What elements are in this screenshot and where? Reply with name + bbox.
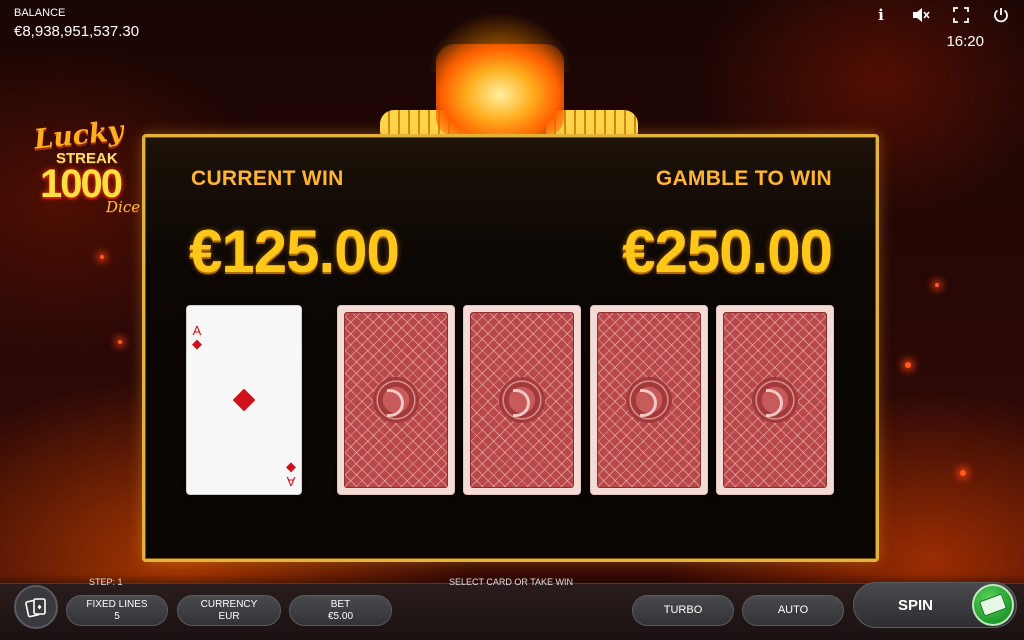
balance-value: €8,938,951,537.30 — [14, 23, 140, 40]
card-emblem-icon — [499, 377, 545, 423]
card-emblem-icon — [373, 377, 419, 423]
fixed-lines-value: 5 — [114, 611, 120, 622]
current-win-label: CURRENT WIN — [191, 167, 344, 190]
currency-value: EUR — [218, 611, 240, 622]
face-down-card-4[interactable] — [716, 305, 834, 495]
fire-dice-icon — [436, 44, 564, 136]
face-down-card-2[interactable] — [463, 305, 581, 495]
card-back — [344, 312, 448, 488]
mute-icon[interactable] — [912, 6, 930, 24]
clock: 16:20 — [946, 33, 984, 50]
cards-icon — [25, 598, 46, 618]
auto-button[interactable]: AUTO — [742, 595, 844, 626]
card-rank: A — [192, 323, 202, 338]
card-corner-bottom: A ◆ — [286, 461, 296, 489]
currency-label: CURRENCY — [200, 599, 258, 610]
fullscreen-icon[interactable] — [952, 6, 970, 24]
bet-value: €5.00 — [327, 611, 354, 622]
face-down-card-1[interactable] — [337, 305, 455, 495]
current-win-value: €125.00 — [189, 218, 400, 285]
step-indicator: STEP: 1 — [89, 577, 123, 587]
card-back — [470, 312, 574, 488]
ember — [960, 470, 966, 476]
bet-label: BET — [330, 599, 351, 610]
gamble-cards-button[interactable] — [14, 585, 58, 629]
auto-label: AUTO — [777, 604, 809, 616]
card-back — [723, 312, 827, 488]
currency-button[interactable]: CURRENCY EUR — [177, 595, 281, 626]
spin-button[interactable]: SPIN — [853, 582, 1017, 628]
turbo-label: TURBO — [663, 604, 703, 616]
banknote-icon — [978, 593, 1008, 617]
gamble-to-win-value: €250.00 — [622, 218, 833, 285]
balance-label: BALANCE — [14, 7, 66, 19]
fixed-lines-display: FIXED LINES 5 — [66, 595, 168, 626]
ember — [905, 362, 911, 368]
logo-dice: Dice — [106, 198, 141, 216]
info-icon[interactable]: i — [872, 6, 890, 24]
ember — [100, 255, 104, 259]
power-icon[interactable] — [992, 6, 1010, 24]
card-back — [597, 312, 701, 488]
card-emblem-icon — [752, 377, 798, 423]
card-emblem-icon — [626, 377, 672, 423]
card-rank-bottom: A — [286, 474, 296, 489]
collect-money-icon[interactable] — [972, 584, 1014, 626]
dealer-card-ace-of-diamonds: A ◆ A ◆ — [186, 305, 302, 495]
card-corner-top: A ◆ — [192, 323, 202, 351]
top-toolbar: i — [872, 6, 1010, 24]
turbo-button[interactable]: TURBO — [632, 595, 734, 626]
gamble-to-win-label: GAMBLE TO WIN — [655, 167, 832, 190]
face-down-card-3[interactable] — [590, 305, 708, 495]
ember — [118, 340, 122, 344]
diamond-suit-icon — [232, 388, 256, 412]
status-message: SELECT CARD OR TAKE WIN — [449, 577, 574, 587]
ember — [935, 283, 939, 287]
gamble-panel: CURRENT WIN GAMBLE TO WIN €125.00 €250.0… — [142, 134, 879, 562]
fixed-lines-label: FIXED LINES — [86, 599, 148, 610]
game-logo: Lucky STREAK 1000 Dice — [33, 115, 158, 220]
bet-button[interactable]: BET €5.00 — [289, 595, 392, 626]
spin-label: SPIN — [898, 597, 934, 614]
